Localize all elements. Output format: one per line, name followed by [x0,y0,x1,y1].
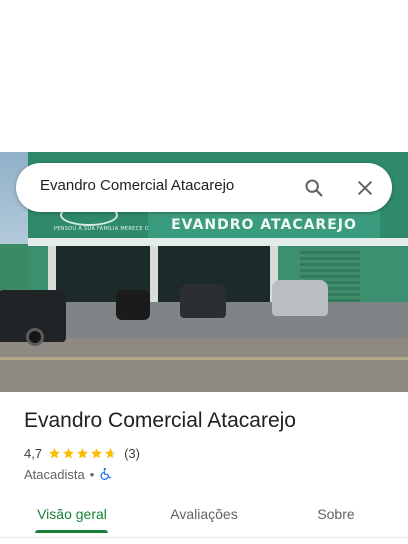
star-icon [91,447,102,458]
tab-about[interactable]: Sobre [290,496,382,532]
close-icon [358,181,372,195]
place-tabs: Visão geral Avaliações Sobre [0,496,408,536]
close-button[interactable] [350,173,380,203]
search-bar[interactable]: Evandro Comercial Atacarejo [16,163,392,212]
tab-reviews[interactable]: Avaliações [154,496,254,532]
search-icon [305,179,323,197]
photo-car-silver [272,280,328,316]
rating-value: 4,7 [24,445,43,461]
photo-car-wheel [26,328,44,346]
photo-road [0,338,408,392]
review-count[interactable]: (3) [124,446,140,461]
search-button[interactable] [299,173,329,203]
rating-stars [48,447,118,460]
place-title: Evandro Comercial Atacarejo [24,409,296,432]
photo-store-sign: EVANDRO ATACAREJO [148,210,380,240]
category-row: Atacadista • [24,465,113,483]
photo-car-dark [180,284,226,318]
map-blank-area [0,0,408,152]
star-icon [49,447,60,458]
star-icon [105,447,116,458]
star-icon [77,447,88,458]
active-tab-indicator [35,530,108,533]
tabs-divider [0,537,408,538]
star-icon [63,447,74,458]
place-category[interactable]: Atacadista [24,467,85,482]
tab-overview[interactable]: Visão geral [24,496,120,532]
wheelchair-accessible-icon [100,467,112,480]
photo-pillar [150,246,158,304]
separator-dot: • [89,466,95,482]
rating-row[interactable]: 4,7 (3) [24,444,140,462]
photo-awning [28,238,408,246]
search-query-text[interactable]: Evandro Comercial Atacarejo [40,177,234,194]
photo-road-line [0,357,408,360]
photo-motorcycle [116,290,150,320]
photo-store-entrance [48,246,278,302]
